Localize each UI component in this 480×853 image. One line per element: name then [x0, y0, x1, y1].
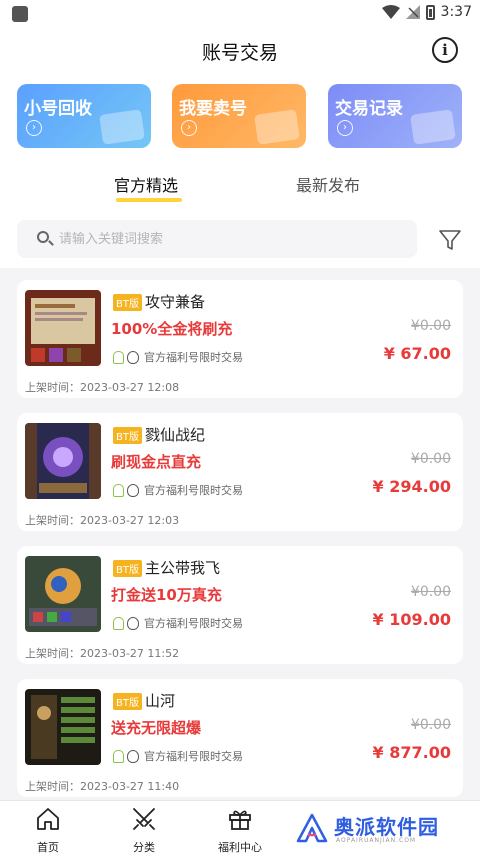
watermark: 奥派软件园 AOPAIRUANJIAN.COM [296, 809, 472, 849]
status-time: 3:37 [440, 4, 472, 20]
search-box [17, 220, 417, 258]
platforms: 官方福利号限时交易 [113, 483, 243, 497]
top-section: 小号回收 › 我要卖号 › 交易记录 › 官方精选 最新发布 [0, 76, 480, 268]
home-icon [37, 808, 59, 830]
game-thumbnail [25, 556, 101, 632]
apple-icon [127, 616, 139, 630]
wifi-icon [381, 5, 400, 19]
gift-icon [229, 810, 251, 830]
promo-text: 100%全金将刷充 [111, 320, 233, 338]
android-icon [113, 350, 124, 364]
watermark-subtext: AOPAIRUANJIAN.COM [336, 837, 417, 844]
battery-icon [425, 4, 435, 20]
price: ¥ 67.00 [383, 344, 451, 363]
swords-icon [133, 808, 155, 830]
original-price: ¥0.00 [410, 717, 451, 733]
game-thumbnail [25, 423, 101, 499]
promo-text: 打金送10万真充 [111, 586, 222, 604]
search-icon [37, 231, 49, 243]
tab-indicator [116, 198, 182, 202]
header: 账号交易 i [0, 28, 480, 76]
original-price: ¥0.00 [410, 584, 451, 600]
listed-time: 上架时间：2023-03-27 11:40 [25, 780, 180, 793]
card-trade-records[interactable]: 交易记录 › [328, 84, 462, 148]
price: ¥ 109.00 [372, 610, 451, 629]
nav-category[interactable]: 分类 [104, 801, 184, 853]
nav-label: 首页 [37, 841, 59, 853]
apple-icon [127, 749, 139, 763]
search-input[interactable] [59, 225, 399, 253]
listing-tag: 官方福利号限时交易 [144, 750, 243, 763]
apple-icon [127, 483, 139, 497]
chevron-right-icon: › [337, 120, 353, 136]
card-account-recycle[interactable]: 小号回收 › [17, 84, 151, 148]
nav-label: 福利中心 [218, 841, 262, 853]
android-icon [113, 616, 124, 630]
game-name: 山河 [145, 692, 176, 710]
card-label: 交易记录 [335, 99, 403, 119]
filter-icon[interactable] [438, 228, 462, 252]
listed-time: 上架时间：2023-03-27 12:03 [25, 514, 180, 527]
platforms: 官方福利号限时交易 [113, 616, 243, 630]
watermark-logo-icon [296, 813, 328, 843]
nav-home[interactable]: 首页 [8, 801, 88, 853]
watermark-text: 奥派软件园 [334, 815, 439, 839]
game-name: 戮仙战纪 [145, 426, 206, 444]
status-bar: 3:37 [0, 0, 480, 28]
bt-badge: BT版 [113, 294, 142, 311]
info-icon[interactable]: i [432, 37, 458, 63]
price: ¥ 877.00 [372, 743, 451, 762]
list-item[interactable]: BT版 山河 送充无限超爆 官方福利号限时交易 ¥0.00 ¥ 877.00 上… [17, 679, 463, 797]
promo-text: 送充无限超爆 [111, 719, 202, 737]
platforms: 官方福利号限时交易 [113, 749, 243, 763]
promo-text: 刷现金点直充 [111, 453, 202, 471]
bottom-nav: 首页 分类 福利中心 奥派软件园 AOPAIRUANJIAN.COM [0, 800, 480, 853]
game-name: 攻守兼备 [145, 293, 206, 311]
notification-icon [12, 6, 28, 22]
card-sell-account[interactable]: 我要卖号 › [172, 84, 306, 148]
listing-tag: 官方福利号限时交易 [144, 484, 243, 497]
android-icon [113, 483, 124, 497]
list-item[interactable]: BT版 戮仙战纪 刷现金点直充 官方福利号限时交易 ¥0.00 ¥ 294.00… [17, 413, 463, 531]
platforms: 官方福利号限时交易 [113, 350, 243, 364]
price: ¥ 294.00 [372, 477, 451, 496]
original-price: ¥0.00 [410, 318, 451, 334]
signal-icon [405, 5, 420, 19]
tab-official-picks[interactable]: 官方精选 [114, 172, 178, 196]
listed-time: 上架时间：2023-03-27 12:08 [25, 381, 180, 394]
listing-tag: 官方福利号限时交易 [144, 351, 243, 364]
bt-badge: BT版 [113, 693, 142, 710]
list-item[interactable]: BT版 攻守兼备 100%全金将刷充 官方福利号限时交易 ¥0.00 ¥ 67.… [17, 280, 463, 398]
tab-bar: 官方精选 最新发布 [0, 168, 480, 206]
status-icons: 3:37 [381, 4, 472, 20]
page-title: 账号交易 [201, 42, 278, 64]
chevron-right-icon: › [181, 120, 197, 136]
feature-cards: 小号回收 › 我要卖号 › 交易记录 › [17, 84, 463, 148]
game-thumbnail [25, 689, 101, 765]
nav-label: 分类 [133, 841, 155, 853]
nav-welfare[interactable]: 福利中心 [200, 801, 280, 853]
android-icon [113, 749, 124, 763]
listed-time: 上架时间：2023-03-27 11:52 [25, 647, 180, 660]
game-thumbnail [25, 290, 101, 366]
card-label: 小号回收 [24, 99, 92, 119]
list-item[interactable]: BT版 主公带我飞 打金送10万真充 官方福利号限时交易 ¥0.00 ¥ 109… [17, 546, 463, 664]
bt-badge: BT版 [113, 560, 142, 577]
tab-latest[interactable]: 最新发布 [296, 172, 360, 196]
game-name: 主公带我飞 [145, 559, 221, 577]
card-label: 我要卖号 [179, 99, 247, 119]
bt-badge: BT版 [113, 427, 142, 444]
listing-tag: 官方福利号限时交易 [144, 617, 243, 630]
wallet-icon [99, 109, 145, 145]
chevron-right-icon: › [26, 120, 42, 136]
apple-icon [127, 350, 139, 364]
yen-icon [254, 109, 300, 145]
original-price: ¥0.00 [410, 451, 451, 467]
record-icon [410, 109, 456, 145]
